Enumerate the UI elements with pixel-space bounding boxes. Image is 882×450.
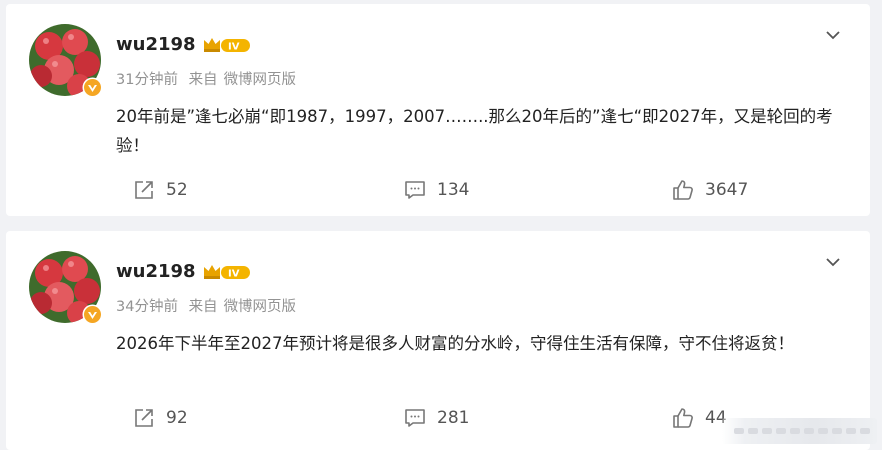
post-time[interactable]: 34分钟前 xyxy=(116,299,178,315)
post-meta: 31分钟前 来自 微博网页版 xyxy=(116,68,296,89)
repost-count: 52 xyxy=(166,180,188,200)
level-text: IV xyxy=(228,269,240,280)
source-prefix: 来自 xyxy=(188,72,218,88)
post-card: wu2198 IV 31分钟前 来自 微博网页版 20年前是”逢七必崩“即1987… xyxy=(6,4,870,216)
repost-icon xyxy=(135,181,153,199)
comment-button[interactable]: 281 xyxy=(404,404,469,432)
comment-count: 281 xyxy=(437,408,470,428)
post-content: 2026年下半年至2027年预计将是很多人财富的分水岭，守得住生活有保障，守不住… xyxy=(116,334,794,353)
post-meta: 34分钟前 来自 微博网页版 xyxy=(116,295,296,316)
crown-level-icon[interactable]: IV xyxy=(202,35,252,55)
verified-badge-icon xyxy=(82,77,103,98)
like-button[interactable]: 3647 xyxy=(672,176,748,204)
verified-badge-icon xyxy=(82,304,103,325)
action-bar: 52 134 3647 xyxy=(6,176,870,204)
username[interactable]: wu2198 xyxy=(116,34,196,55)
chevron-down-icon[interactable] xyxy=(824,26,842,44)
post-time[interactable]: 31分钟前 xyxy=(116,72,178,88)
comment-icon xyxy=(405,181,425,199)
post-source: 微博网页版 xyxy=(223,72,297,88)
repost-count: 92 xyxy=(166,408,188,428)
comment-button[interactable]: 134 xyxy=(404,176,469,204)
crown-level-icon[interactable]: IV xyxy=(202,262,252,282)
like-icon xyxy=(673,408,693,428)
repost-button[interactable]: 52 xyxy=(133,176,188,204)
like-count: 3647 xyxy=(705,180,749,200)
post-source: 微博网页版 xyxy=(223,299,297,315)
post-content: 20年前是”逢七必崩“即1987，1997，2007……..那么20年后的”逢七… xyxy=(116,107,833,155)
chevron-down-icon[interactable] xyxy=(824,253,842,271)
username[interactable]: wu2198 xyxy=(116,261,196,282)
source-prefix: 来自 xyxy=(188,299,218,315)
like-icon xyxy=(673,180,693,200)
repost-button[interactable]: 92 xyxy=(133,404,188,432)
like-button[interactable]: 44 xyxy=(672,404,727,432)
comment-count: 134 xyxy=(437,180,470,200)
level-text: IV xyxy=(228,42,240,53)
repost-icon xyxy=(135,409,153,427)
blurred-text xyxy=(734,428,870,434)
comment-icon xyxy=(405,409,425,427)
